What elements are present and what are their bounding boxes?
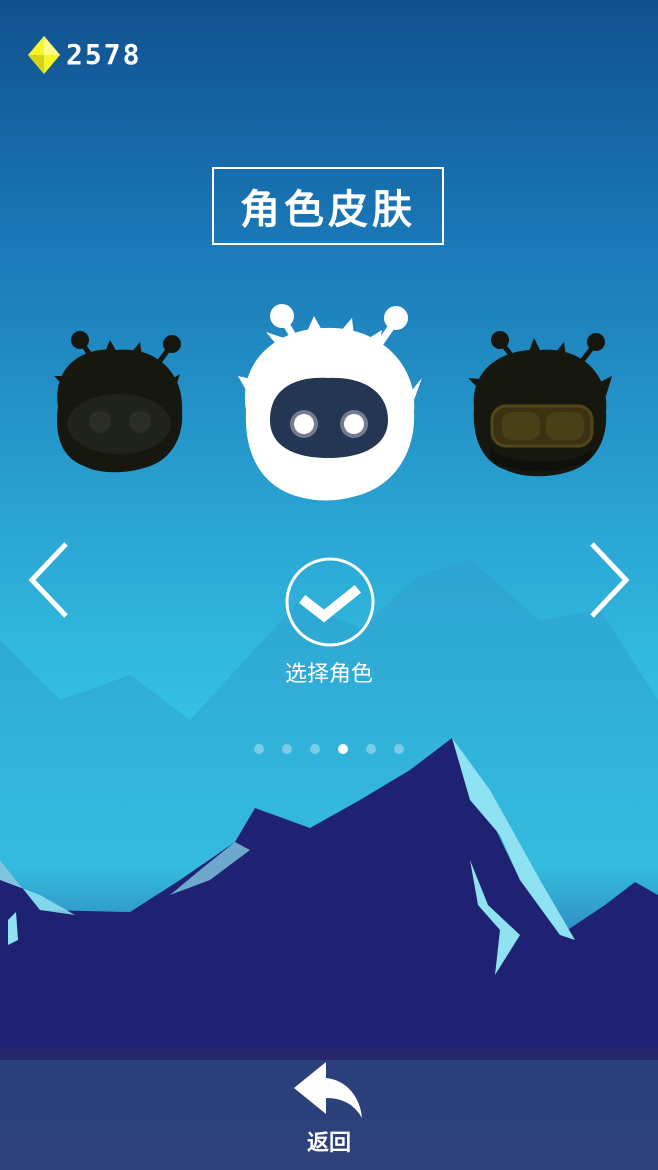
page-dot[interactable] (394, 744, 404, 754)
select-character-label[interactable]: 选择角色 (0, 656, 658, 688)
select-character-button[interactable] (284, 556, 376, 648)
title-frame: 角色皮肤 (212, 167, 444, 245)
page-dot[interactable] (282, 744, 292, 754)
yeti-orange-character[interactable] (44, 326, 190, 474)
page-title: 角色皮肤 (240, 187, 416, 233)
back-arrow-icon[interactable] (290, 1058, 368, 1122)
page-dot-active[interactable] (338, 744, 348, 754)
yeti-white-character[interactable] (236, 300, 422, 502)
page-dot[interactable] (310, 744, 320, 754)
checkmark-icon (298, 584, 362, 623)
chevron-right-icon[interactable] (584, 540, 634, 620)
gem-icon (28, 36, 60, 74)
page-indicator (250, 742, 410, 756)
gem-count: 2578 (66, 38, 142, 71)
page-dot[interactable] (366, 744, 376, 754)
page-dot[interactable] (254, 744, 264, 754)
game-screen: 2578 角色皮肤 选择角色 返回 (0, 0, 658, 1170)
chevron-left-icon[interactable] (24, 540, 74, 620)
yeti-goggles-character[interactable] (466, 326, 614, 478)
back-button-label[interactable]: 返回 (0, 1125, 658, 1157)
